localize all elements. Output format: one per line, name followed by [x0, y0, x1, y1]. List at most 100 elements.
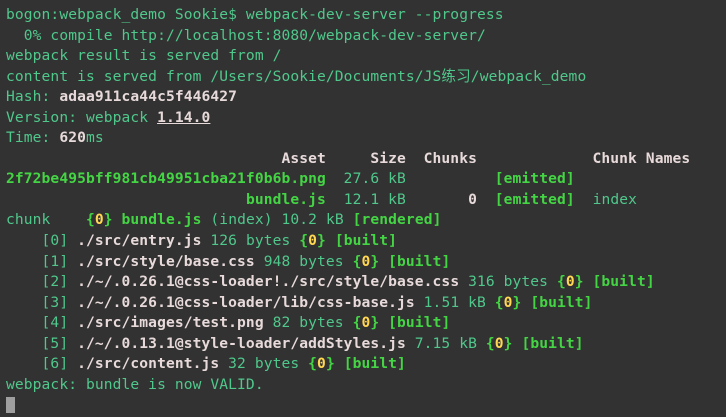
terminal-line: content is served from /Users/Sookie/Doc… [6, 67, 726, 88]
terminal-text-segment: } [370, 253, 379, 270]
terminal-line: bogon:webpack_demo Sookie$ webpack-dev-s… [6, 5, 726, 26]
terminal-text-segment [379, 253, 388, 270]
terminal-text-segment [379, 314, 388, 331]
terminal-text-segment [113, 211, 122, 228]
terminal-text-segment: { [557, 273, 566, 290]
terminal-text-segment: } [370, 314, 379, 331]
terminal-text-segment: bundle.js [122, 211, 202, 228]
terminal-line: webpack result is served from / [6, 46, 726, 67]
terminal-text-segment [326, 232, 335, 249]
terminal-text-segment: index [593, 191, 637, 208]
terminal-text-segment: webpack: bundle is now VALID. [6, 376, 264, 393]
terminal-text-segment: ms [86, 129, 104, 146]
terminal-text-segment [406, 170, 495, 187]
terminal-text-segment: Version: webpack [6, 109, 157, 126]
terminal-text-segment: [built] [388, 253, 450, 270]
terminal-line: webpack: bundle is now VALID. [6, 375, 726, 396]
terminal-text-segment: content is served from /Users/Sookie/Doc… [6, 68, 586, 85]
terminal-text-segment: Hash: [6, 88, 59, 105]
terminal-line: [4] ./src/images/test.png 82 bytes {0} [… [6, 313, 726, 334]
terminal-text-segment: ./~/.0.13.1@style-loader/addStyles.js [77, 335, 406, 352]
terminal-text-segment: ./src/style/base.css [77, 253, 255, 270]
terminal-text-segment: [6] [6, 355, 77, 372]
terminal-line: [3] ./~/.0.26.1@css-loader/lib/css-base.… [6, 293, 726, 314]
terminal-line: [6] ./src/content.js 32 bytes {0} [built… [6, 354, 726, 375]
terminal-line [6, 395, 726, 416]
terminal-line: [5] ./~/.0.13.1@style-loader/addStyles.j… [6, 334, 726, 355]
terminal-text-segment: ./src/images/test.png [77, 314, 264, 331]
terminal-text-segment: 0% compile http://localhost:8080/webpack… [6, 27, 486, 44]
terminal-text-segment: ./~/.0.26.1@css-loader!./src/style/base.… [77, 273, 459, 290]
terminal-text-segment: 0 [468, 191, 477, 208]
terminal-text-segment: 0 [95, 211, 104, 228]
terminal-text-segment: ./~/.0.26.1@css-loader/lib/css-base.js [77, 294, 415, 311]
terminal-text-segment: 948 bytes [255, 253, 353, 270]
terminal-text-segment [477, 191, 495, 208]
terminal-line: Hash: adaa911ca44c5f446427 [6, 87, 726, 108]
terminal-text-segment: { [86, 211, 95, 228]
terminal-text-segment [6, 191, 246, 208]
terminal-text-segment: [built] [593, 273, 655, 290]
terminal-text-segment: chunk [6, 211, 86, 228]
terminal-line: Time: 620ms [6, 128, 726, 149]
terminal-text-segment: 32 bytes [219, 355, 308, 372]
terminal-text-segment: 0 [317, 355, 326, 372]
terminal-text-segment: [4] [6, 314, 77, 331]
terminal-text-segment: [0] [6, 232, 77, 249]
terminal-text-segment: [1] [6, 253, 77, 270]
terminal-text-segment: { [299, 232, 308, 249]
terminal-text-segment: 27.6 kB [326, 170, 406, 187]
terminal-line: [1] ./src/style/base.css 948 bytes {0} [… [6, 252, 726, 273]
terminal-text-segment [584, 273, 593, 290]
terminal-text-segment: bundle.js [246, 191, 326, 208]
terminal-text-segment: (index) 10.2 kB [202, 211, 353, 228]
terminal-text-segment: [built] [530, 294, 592, 311]
terminal-text-segment [335, 355, 344, 372]
terminal-text-segment [575, 191, 593, 208]
terminal-text-segment: [built] [344, 355, 406, 372]
terminal-text-segment: adaa911ca44c5f446427 [59, 88, 237, 105]
terminal-text-segment: 1.51 kB [415, 294, 495, 311]
terminal-text-segment: } [104, 211, 113, 228]
terminal-line: Asset Size Chunks Chunk Names [6, 149, 726, 170]
terminal-text-segment: [emitted] [495, 191, 575, 208]
terminal-text-segment [521, 294, 530, 311]
terminal-text-segment: Asset Size Chunks Chunk Names [6, 150, 690, 167]
terminal-text-segment: bogon:webpack_demo Sookie$ webpack-dev-s… [6, 6, 504, 23]
terminal-line: 0% compile http://localhost:8080/webpack… [6, 26, 726, 47]
terminal-text-segment: { [495, 294, 504, 311]
terminal-text-segment: [built] [335, 232, 397, 249]
terminal-text-segment: ./src/content.js [77, 355, 219, 372]
terminal-text-segment: [rendered] [353, 211, 442, 228]
terminal-text-segment: 0 [308, 232, 317, 249]
terminal-text-segment: [emitted] [495, 170, 575, 187]
terminal-line: Version: webpack 1.14.0 [6, 108, 726, 129]
terminal-text-segment: 0 [566, 273, 575, 290]
terminal-text-segment: 126 bytes [202, 232, 300, 249]
terminal-text-segment: [built] [388, 314, 450, 331]
terminal-line: [0] ./src/entry.js 126 bytes {0} [built] [6, 231, 726, 252]
terminal-line: [2] ./~/.0.26.1@css-loader!./src/style/b… [6, 272, 726, 293]
terminal-line: chunk {0} bundle.js (index) 10.2 kB [ren… [6, 210, 726, 231]
terminal-text-segment: [built] [521, 335, 583, 352]
terminal-output[interactable]: bogon:webpack_demo Sookie$ webpack-dev-s… [0, 0, 726, 417]
terminal-text-segment: 620 [59, 129, 86, 146]
terminal-line: bundle.js 12.1 kB 0 [emitted] index [6, 190, 726, 211]
terminal-text-segment: 0 [504, 294, 513, 311]
terminal-text-segment: Time: [6, 129, 59, 146]
terminal-text-segment: 2f72be495bff981cb49951cba21f0b6b.png [6, 170, 326, 187]
terminal-text-segment: } [504, 335, 513, 352]
terminal-text-segment: 7.15 kB [406, 335, 486, 352]
terminal-text-segment: 0 [495, 335, 504, 352]
terminal-text-segment: [5] [6, 335, 77, 352]
terminal-cursor [6, 397, 15, 413]
terminal-text-segment: { [486, 335, 495, 352]
terminal-line: 2f72be495bff981cb49951cba21f0b6b.png 27.… [6, 169, 726, 190]
terminal-text-segment: 1.14.0 [157, 109, 210, 126]
terminal-text-segment: } [317, 232, 326, 249]
terminal-text-segment: 316 bytes [459, 273, 557, 290]
terminal-text-segment: 82 bytes [264, 314, 353, 331]
terminal-text-segment: webpack result is served from / [6, 47, 281, 64]
terminal-text-segment: [3] [6, 294, 77, 311]
terminal-text-segment: ./src/entry.js [77, 232, 201, 249]
